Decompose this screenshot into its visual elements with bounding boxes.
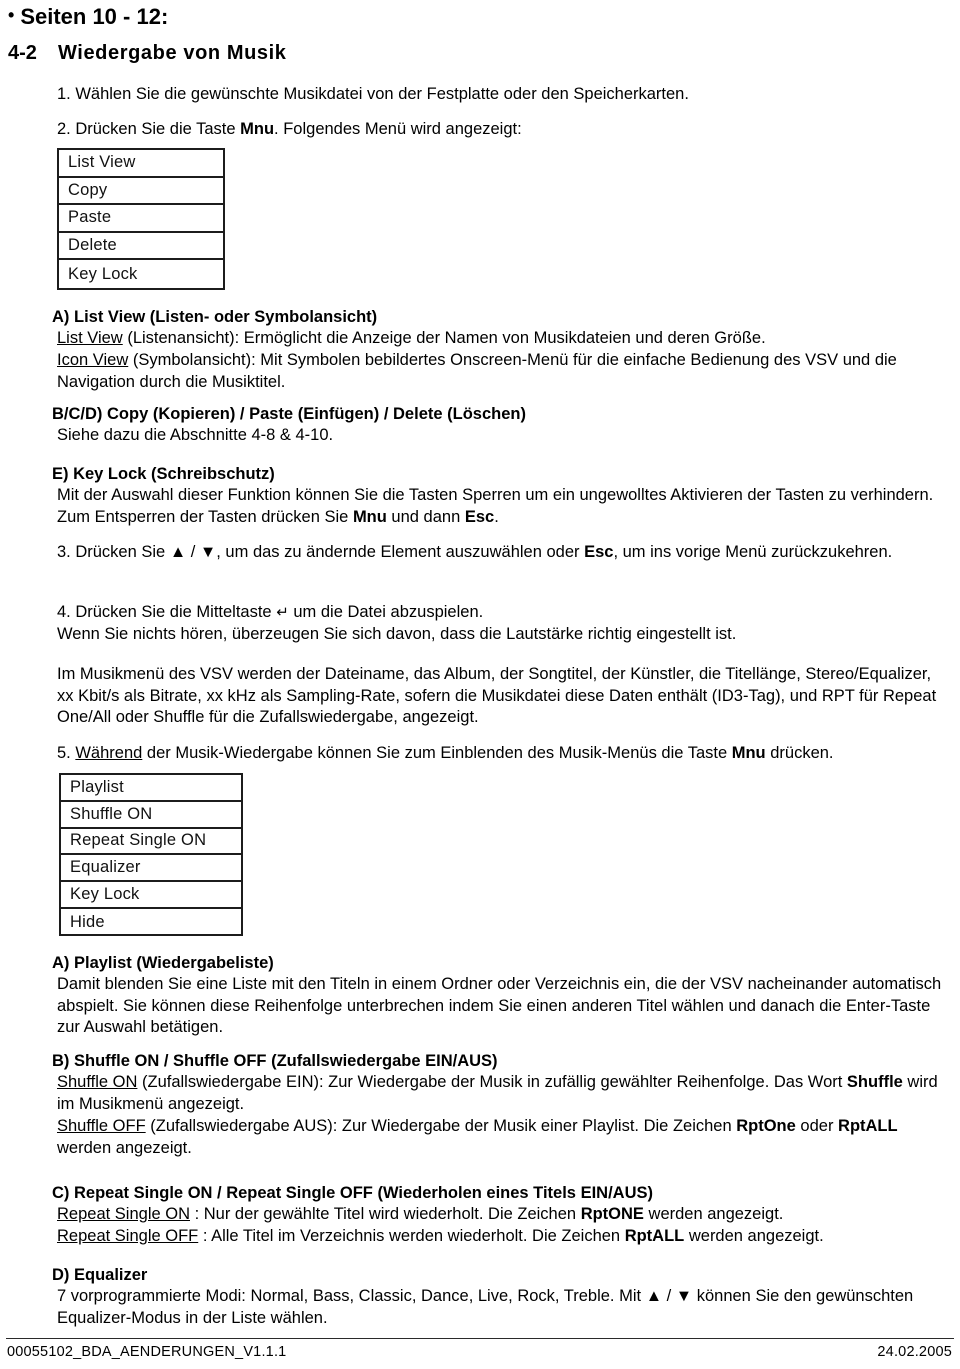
page-title: Wiedergabe von Musik (58, 42, 287, 64)
section-bcd-body: Siehe dazu die Abschnitte 4-8 & 4-10. (57, 426, 334, 444)
section-a-listview-heading: A) List View (Listen- oder Symbolansicht… (52, 308, 378, 326)
up-arrow-icon: ▲ (169, 543, 187, 561)
label-rptone-c: RptONE (580, 1205, 644, 1223)
section-b-shuffle-heading: B) Shuffle ON / Shuffle OFF (Zufallswied… (52, 1052, 498, 1070)
section-b-off-rest-a: (Zufallswiedergabe AUS): Zur Wiedergabe … (145, 1117, 737, 1135)
footer-divider (6, 1338, 954, 1339)
section-b-off-rest-c: werden angezeigt. (57, 1138, 192, 1157)
menu-item-equalizer[interactable]: Equalizer (61, 855, 241, 883)
step-3-key-esc: Esc (584, 543, 614, 561)
section-a-listview-line-2: Icon View (Symbolansicht): Mit Symbolen … (57, 350, 950, 393)
section-d-separator: / (662, 1287, 676, 1305)
section-e-body-part-3: . (494, 507, 499, 526)
label-rptall-c: RptALL (624, 1227, 685, 1245)
section-a-line-2-rest: (Symbolansicht): Mit Symbolen bebilderte… (57, 351, 897, 391)
menu-item-repeat-single-on[interactable]: Repeat Single ON (61, 829, 241, 856)
term-repeat-single-on: Repeat Single ON (57, 1205, 190, 1223)
step-5-number: 5. (57, 744, 76, 762)
step-1: 1. Wählen Sie die gewünschte Musikdatei … (57, 84, 947, 106)
section-c-repeat-off: Repeat Single OFF : Alle Titel im Verzei… (57, 1226, 950, 1248)
section-e-key-mnu: Mnu (352, 507, 387, 526)
onscreen-menu-box-file[interactable]: List View Copy Paste Delete Key Lock (57, 148, 225, 290)
step-3-separator: / (186, 543, 200, 561)
page-reference-text: Seiten 10 - 12: (20, 4, 169, 29)
down-arrow-icon-eq: ▼ (675, 1287, 693, 1305)
up-arrow-icon-eq: ▲ (645, 1287, 663, 1305)
menu-item-paste[interactable]: Paste (59, 205, 223, 233)
step-4-text-after: um die Datei abzuspielen. (288, 603, 484, 621)
term-repeat-single-off: Repeat Single OFF (57, 1227, 199, 1245)
step-2-key-mnu: Mnu (240, 120, 275, 138)
section-a-playlist-heading: A) Playlist (Wiedergabeliste) (52, 954, 274, 972)
step-2-text-before: 2. Drücken Sie die Taste (57, 120, 241, 138)
step-4-text-before: 4. Drücken Sie die Mitteltaste (57, 603, 277, 621)
section-a-listview-line-1: List View (Listenansicht): Ermöglicht di… (57, 328, 950, 350)
label-shuffle: Shuffle (846, 1073, 903, 1091)
section-number: 4-2 (8, 42, 37, 64)
section-c-repeat-heading: C) Repeat Single ON / Repeat Single OFF … (52, 1184, 653, 1202)
menu-item-delete[interactable]: Delete (59, 233, 223, 261)
step-3-text-mid: , um das zu ändernde Element auszuwählen… (216, 543, 585, 561)
section-c-off-rest-b: werden angezeigt. (684, 1227, 824, 1245)
label-rptall: RptALL (838, 1117, 898, 1135)
section-b-shuffle-on: Shuffle ON (Zufallswiedergabe EIN): Zur … (57, 1072, 950, 1115)
menu-item-key-lock[interactable]: Key Lock (59, 260, 223, 288)
section-e-body-part-2: und dann (386, 507, 465, 526)
menu-item-copy[interactable]: Copy (59, 178, 223, 206)
section-a-playlist-body: Damit blenden Sie eine Liste mit den Tit… (57, 975, 942, 1036)
bullet-icon: • (8, 5, 15, 25)
section-c-on-rest-b: werden angezeigt. (643, 1205, 784, 1223)
menu-item-hide[interactable]: Hide (61, 909, 241, 936)
section-c-repeat-on: Repeat Single ON : Nur der gewählte Tite… (57, 1204, 950, 1226)
term-icon-view: Icon View (57, 351, 129, 369)
step-5: 5. Während der Musik-Wiedergabe können S… (57, 743, 947, 765)
section-d-equalizer-body: 7 vorprogrammierte Modi: Normal, Bass, C… (57, 1286, 950, 1329)
menu-item-key-lock-2[interactable]: Key Lock (61, 882, 241, 909)
document-page: • Seiten 10 - 12: 4-2 Wiedergabe von Musi… (0, 0, 960, 1369)
term-list-view: List View (57, 329, 123, 347)
step-5-text-mid: der Musik-Wiedergabe können Sie zum Einb… (142, 744, 732, 762)
step-4-line-1: 4. Drücken Sie die Mitteltaste ↵ um die … (57, 602, 947, 624)
step-3-text-before: 3. Drücken Sie (57, 543, 170, 561)
section-b-on-rest-a: (Zufallswiedergabe EIN): Zur Wiedergabe … (137, 1073, 847, 1091)
enter-key-icon: ↵ (276, 604, 289, 621)
section-bcd-heading: B/C/D) Copy (Kopieren) / Paste (Einfügen… (52, 405, 526, 423)
section-d-body-part-1: 7 vorprogrammierte Modi: Normal, Bass, C… (57, 1287, 646, 1305)
term-shuffle-on: Shuffle ON (57, 1073, 138, 1091)
section-c-off-rest-a: : Alle Titel im Verzeichnis werden wiede… (198, 1227, 625, 1245)
step-4-line-2: Wenn Sie nichts hören, überzeugen Sie si… (57, 625, 737, 643)
page-reference-heading: • Seiten 10 - 12: (8, 4, 168, 30)
section-e-key-esc: Esc (464, 507, 495, 526)
section-d-equalizer-heading: D) Equalizer (52, 1266, 148, 1284)
footer-date: 24.02.2005 (877, 1344, 952, 1360)
label-rptone: RptOne (736, 1117, 796, 1135)
menu-item-playlist[interactable]: Playlist (61, 775, 241, 802)
step-2: 2. Drücken Sie die Taste Mnu. Folgendes … (57, 119, 947, 141)
section-b-shuffle-off: Shuffle OFF (Zufallswiedergabe AUS): Zur… (57, 1116, 950, 1159)
term-shuffle-off: Shuffle OFF (57, 1117, 146, 1135)
step-1-text: 1. Wählen Sie die gewünschte Musikdatei … (57, 85, 689, 103)
step-2-text-after: . Folgendes Menü wird angezeigt: (274, 120, 522, 138)
step-5-underlined-word: Während (75, 744, 143, 762)
onscreen-menu-box-playback[interactable]: Playlist Shuffle ON Repeat Single ON Equ… (59, 773, 243, 936)
section-a-line-1-rest: (Listenansicht): Ermöglicht die Anzeige … (122, 329, 766, 347)
step-3-text-after: , um ins vorige Menü zurückzukehren. (613, 543, 893, 561)
section-c-on-rest-a: : Nur der gewählte Titel wird wiederholt… (190, 1205, 581, 1223)
section-e-keylock-heading: E) Key Lock (Schreibschutz) (52, 465, 275, 483)
step-3: 3. Drücken Sie ▲ / ▼, um das zu ändernde… (57, 542, 947, 564)
step-5-key-mnu: Mnu (731, 744, 766, 762)
step-5-text-after: drücken. (765, 744, 834, 762)
down-arrow-icon: ▼ (199, 543, 217, 561)
footer-document-id: 00055102_BDA_AENDERUNGEN_V1.1.1 (7, 1344, 287, 1360)
section-e-keylock-body: Mit der Auswahl dieser Funktion können S… (57, 485, 950, 528)
menu-item-shuffle-on[interactable]: Shuffle ON (61, 802, 241, 829)
id3-info-paragraph: Im Musikmenü des VSV werden der Dateinam… (57, 665, 937, 726)
menu-item-list-view[interactable]: List View (59, 150, 223, 178)
section-b-off-rest-b: oder (795, 1117, 839, 1135)
